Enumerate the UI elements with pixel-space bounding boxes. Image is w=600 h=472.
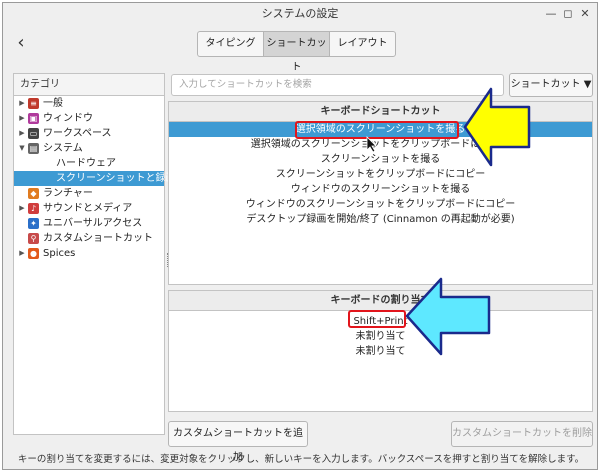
mouse-cursor-icon xyxy=(366,136,377,153)
yellow-arrow-icon xyxy=(463,87,531,167)
remove-custom-shortcut-button[interactable]: カスタムショートカットを削除 xyxy=(451,421,593,447)
cyan-arrow-icon xyxy=(405,277,491,356)
add-custom-shortcut-button[interactable]: カスタムショートカットを追加 xyxy=(168,421,308,463)
annotation-arrows xyxy=(366,87,531,356)
settings-window: システムの設定 — ◻ ✕ ‹ タイピング ショートカット レイアウト カテゴリ ▶… xyxy=(2,2,598,470)
status-hint: キーの割り当てを変更するには、変更対象をクリックし、新しいキーを入力します。バッ… xyxy=(17,454,585,465)
